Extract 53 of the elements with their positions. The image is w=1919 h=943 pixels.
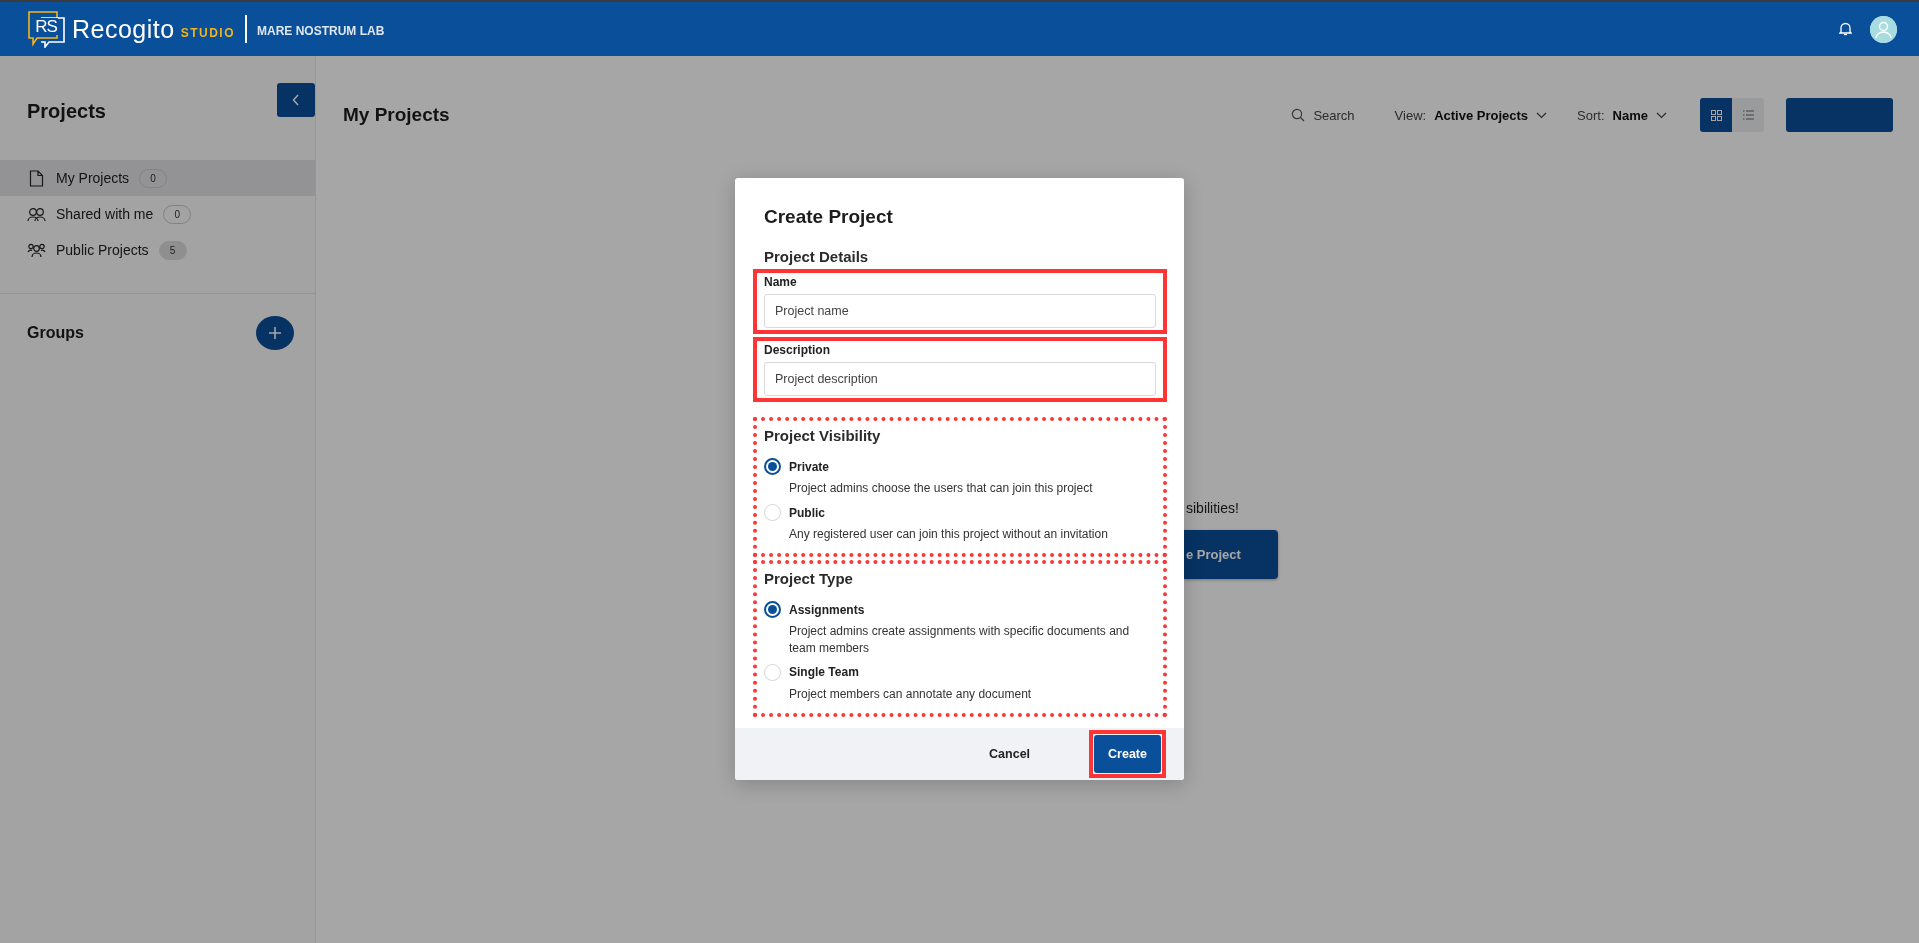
- chevron-down-icon: [1656, 111, 1667, 119]
- cancel-button[interactable]: Cancel: [975, 734, 1045, 773]
- radio-button[interactable]: [764, 458, 781, 475]
- section-title: Project Details: [764, 248, 870, 265]
- edition-label: STUDIO: [180, 26, 235, 40]
- brand-name: Recogito: [72, 14, 175, 44]
- search-button[interactable]: Search: [1291, 107, 1355, 123]
- avatar-icon[interactable]: [1870, 15, 1897, 43]
- option-description: Any registered user can join this project without an invitation: [789, 526, 1109, 543]
- field-label: Name: [764, 275, 798, 289]
- option-label: Single Team: [789, 665, 860, 680]
- radio-button[interactable]: [764, 601, 781, 619]
- grid-view-button[interactable]: [1700, 98, 1732, 132]
- option-label: Assignments: [789, 602, 866, 617]
- bell-icon[interactable]: [1839, 22, 1852, 36]
- field-label: Description: [764, 343, 831, 357]
- dialog-title: Create Project: [764, 206, 894, 228]
- option-description: Project members can annotate any document: [789, 685, 1033, 702]
- group-icon: [27, 242, 46, 258]
- sidebar-item[interactable]: Shared with me 0: [0, 196, 315, 232]
- sort-dropdown[interactable]: Sort: Name: [1577, 107, 1667, 123]
- option-description: Project admins create assignments with specific documents and team members: [789, 623, 1131, 656]
- list-icon: [1742, 110, 1754, 120]
- item-label: Shared with me: [56, 206, 154, 222]
- people-icon: [27, 206, 46, 222]
- add-group-button[interactable]: [256, 316, 294, 350]
- empty-message: sibilities!: [1186, 500, 1239, 516]
- sidebar-title: Projects: [27, 100, 106, 123]
- create-button[interactable]: Create: [1094, 734, 1161, 773]
- text-field[interactable]: Project description: [764, 362, 1156, 396]
- chevron-down-icon: [1536, 111, 1548, 119]
- count-badge: 5: [158, 240, 187, 260]
- logo-mark: RS: [27, 10, 66, 48]
- view-dropdown[interactable]: View: Active Projects: [1394, 107, 1548, 123]
- option-label: Public: [789, 505, 826, 520]
- plus-icon: [268, 326, 282, 340]
- sidebar-item[interactable]: My Projects 0: [0, 160, 315, 196]
- text-field[interactable]: Project name: [764, 294, 1156, 328]
- item-label: Public Projects: [56, 242, 149, 258]
- organization-name: MARE NOSTRUM LAB: [257, 24, 385, 38]
- document-icon: [27, 169, 46, 187]
- chevron-left-icon: [292, 94, 300, 106]
- grid-icon: [1710, 109, 1722, 121]
- section-title: Project Visibility: [764, 427, 882, 444]
- search-icon: [1291, 108, 1306, 122]
- create-project-button[interactable]: e Project: [1184, 530, 1278, 579]
- item-label: My Projects: [56, 170, 130, 186]
- page-title: My Projects: [343, 104, 451, 126]
- option-description: Project admins choose the users that can join this project: [789, 480, 1094, 497]
- option-label: Private: [789, 459, 831, 474]
- section-title: Project Type: [764, 570, 854, 588]
- groups-title: Groups: [27, 324, 84, 342]
- sidebar-item[interactable]: Public Projects 5: [0, 232, 315, 268]
